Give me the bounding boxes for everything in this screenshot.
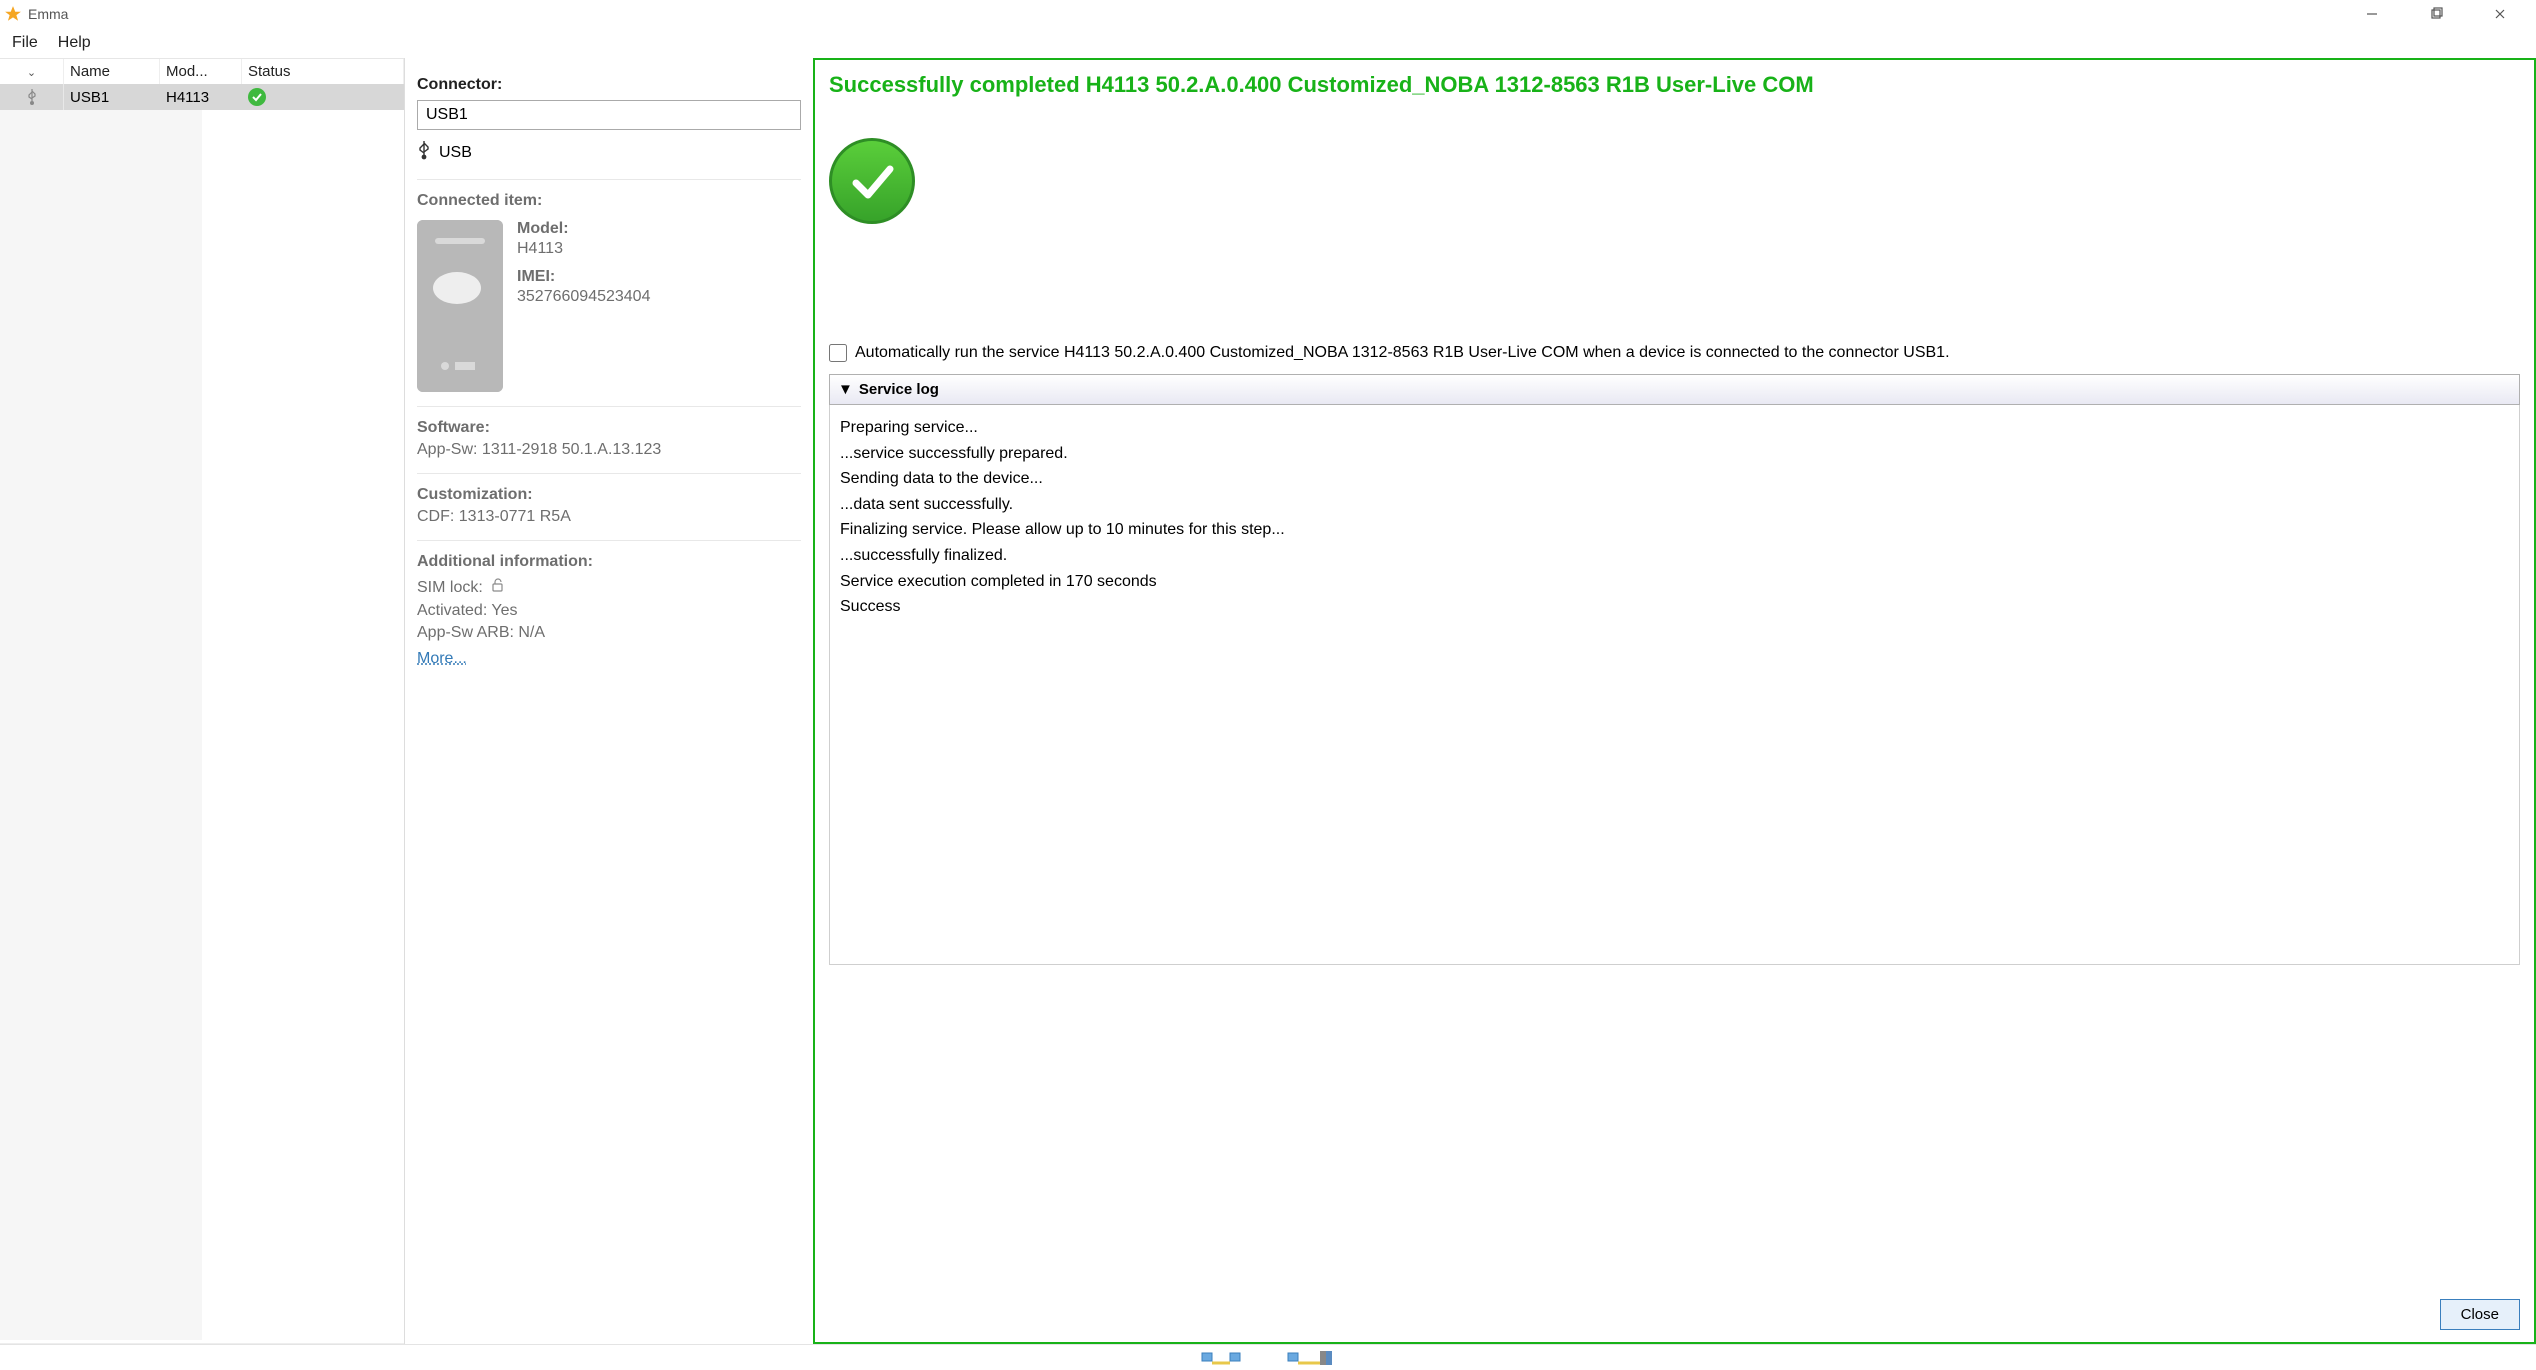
app-icon — [4, 5, 22, 23]
model-value: H4113 — [517, 240, 650, 258]
activated-line: Activated: Yes — [417, 602, 801, 620]
titlebar: Emma — [0, 0, 2536, 28]
col-name[interactable]: Name — [64, 59, 160, 84]
device-thumbnail — [417, 220, 503, 392]
row-connector-icon — [0, 84, 64, 110]
log-line: ...data sent successfully. — [840, 492, 2509, 518]
minimize-button[interactable] — [2352, 2, 2392, 26]
device-list-pane: ⌄ Name Mod... Status USB1 H4113 — [0, 58, 404, 1344]
imei-label: IMEI: — [517, 268, 650, 286]
software-value: App-Sw: 1311-2918 50.1.A.13.123 — [417, 441, 801, 459]
auto-run-label: Automatically run the service H4113 50.2… — [855, 344, 1950, 362]
detail-pane: Connector: USB1 USB Connected item: — [404, 58, 813, 1344]
auto-run-checkbox[interactable] — [829, 344, 847, 362]
result-heading: Successfully completed H4113 50.2.A.0.40… — [815, 60, 2534, 98]
model-label: Model: — [517, 220, 650, 238]
row-gutter-empty — [0, 110, 202, 1340]
network-status-icon-2 — [1286, 1349, 1336, 1367]
menu-help[interactable]: Help — [50, 30, 99, 56]
log-line: Sending data to the device... — [840, 466, 2509, 492]
col-status[interactable]: Status — [242, 59, 404, 84]
log-line: Service execution completed in 170 secon… — [840, 569, 2509, 595]
device-table-header: ⌄ Name Mod... Status — [0, 59, 404, 84]
arb-line: App-Sw ARB: N/A — [417, 624, 801, 642]
more-link[interactable]: More... — [417, 650, 467, 668]
collapse-icon: ▼ — [838, 381, 853, 398]
row-name: USB1 — [64, 89, 160, 106]
result-pane: Successfully completed H4113 50.2.A.0.40… — [813, 58, 2536, 1344]
window-title: Emma — [28, 6, 2352, 22]
log-line: ...successfully finalized. — [840, 543, 2509, 569]
row-status — [242, 88, 404, 106]
imei-value: 352766094523404 — [517, 288, 650, 306]
statusbar — [0, 1344, 2536, 1370]
row-model: H4113 — [160, 89, 242, 106]
col-model[interactable]: Mod... — [160, 59, 242, 84]
service-log-title: Service log — [859, 381, 939, 398]
expand-all-icon[interactable]: ⌄ — [27, 67, 36, 79]
log-line: ...service successfully prepared. — [840, 441, 2509, 467]
service-log-body[interactable]: Preparing service... ...service successf… — [829, 405, 2520, 965]
sim-lock-label: SIM lock: — [417, 579, 483, 597]
log-line: Preparing service... — [840, 415, 2509, 441]
menubar: File Help — [0, 28, 2536, 58]
close-window-button[interactable] — [2480, 2, 2520, 26]
connector-label: Connector: — [417, 76, 801, 94]
close-button[interactable]: Close — [2440, 1299, 2520, 1330]
customization-value: CDF: 1313-0771 R5A — [417, 508, 801, 526]
log-line: Success — [840, 594, 2509, 620]
maximize-button[interactable] — [2416, 2, 2456, 26]
success-icon — [829, 138, 915, 224]
additional-info-label: Additional information: — [417, 553, 801, 571]
connected-item-label: Connected item: — [417, 192, 801, 210]
service-log-toggle[interactable]: ▼ Service log — [829, 374, 2520, 405]
device-row[interactable]: USB1 H4113 — [0, 84, 404, 110]
unlock-icon — [489, 577, 505, 598]
software-label: Software: — [417, 419, 801, 437]
usb-icon — [417, 140, 431, 165]
connector-type: USB — [439, 144, 472, 162]
network-status-icon-1 — [1200, 1349, 1246, 1367]
connector-type-row: USB — [417, 140, 801, 165]
status-ok-icon — [248, 88, 266, 106]
connector-input[interactable]: USB1 — [417, 100, 801, 130]
menu-file[interactable]: File — [4, 30, 46, 56]
log-line: Finalizing service. Please allow up to 1… — [840, 517, 2509, 543]
customization-label: Customization: — [417, 486, 801, 504]
